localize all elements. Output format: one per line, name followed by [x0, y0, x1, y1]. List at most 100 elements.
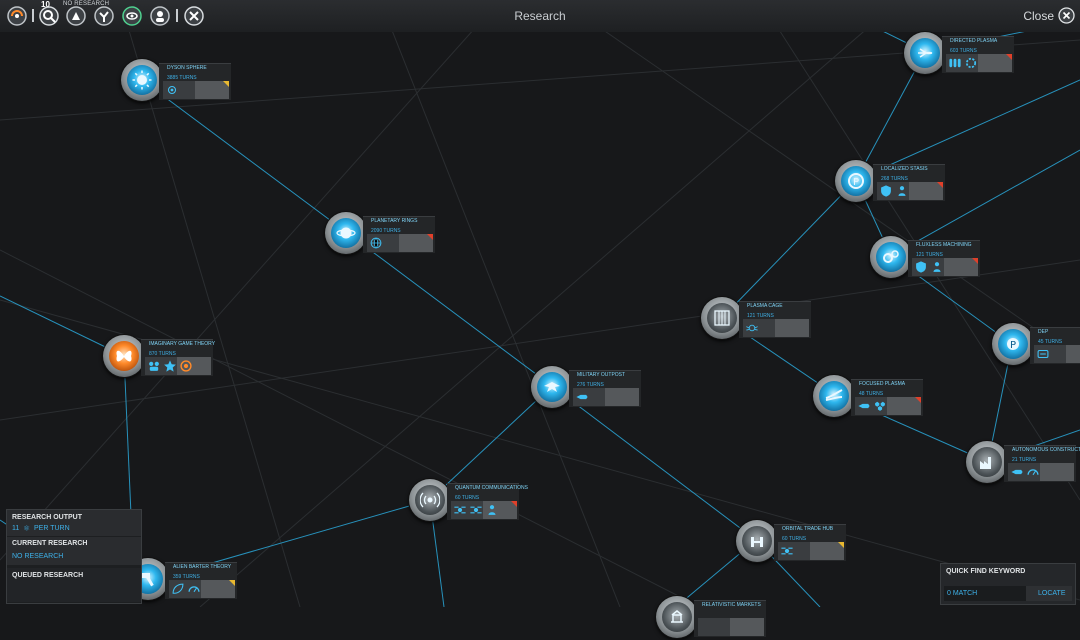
- unlock-icons: [914, 260, 944, 274]
- tech-node-dep[interactable]: P DEP 45 TURNS: [992, 323, 1080, 367]
- locate-button[interactable]: LOCATE: [1026, 586, 1072, 601]
- tech-orb[interactable]: [870, 236, 912, 278]
- unlock-slot: [1040, 463, 1074, 481]
- queued-research-row[interactable]: QUEUED RESEARCH: [7, 568, 141, 602]
- page-title: Research: [514, 9, 566, 23]
- quick-find-input[interactable]: 0 MATCH LOCATE: [944, 586, 1072, 601]
- tech-orb[interactable]: [656, 596, 698, 638]
- signal-icon: [415, 485, 445, 515]
- tech-panel[interactable]: PLASMA CAGE 121 TURNS: [739, 301, 811, 338]
- tech-orb[interactable]: [966, 441, 1008, 483]
- tech-orb[interactable]: P: [835, 160, 877, 202]
- tech-panel[interactable]: AUTONOMOUS CONSTRUCTION 21 TURNS: [1004, 445, 1080, 482]
- tech-panel[interactable]: ORBITAL TRADE HUB 60 TURNS: [774, 524, 846, 561]
- ship-icon: [575, 390, 589, 404]
- tech-panel[interactable]: DIRECTED PLASMA 603 TURNS: [942, 36, 1014, 73]
- tech-orb[interactable]: P: [992, 323, 1034, 365]
- unlock-icons: [575, 390, 589, 404]
- tech-node-focused-plasma[interactable]: FOCUSED PLASMA 48 TURNS: [813, 375, 925, 419]
- station-icon: [742, 526, 772, 556]
- star-icon: [163, 359, 177, 373]
- close-area[interactable]: Close: [980, 0, 1080, 30]
- aliens-icon: [147, 359, 161, 373]
- tech-panel[interactable]: PLANETARY RINGS 2090 TURNS: [363, 216, 435, 253]
- tech-panel[interactable]: LOCALIZED STASIS 268 TURNS: [873, 164, 945, 201]
- current-research-header: CURRENT RESEARCH: [12, 540, 88, 547]
- research-output-icon: ⚛: [23, 524, 31, 533]
- status-flag: [427, 234, 433, 240]
- tech-node-dyson-sphere[interactable]: DYSON SPHERE 3885 TURNS: [121, 59, 233, 103]
- ship-icon: [857, 399, 871, 413]
- tech-name: RELATIVISTIC MARKETS: [702, 602, 761, 608]
- stasis-icon: P: [841, 166, 871, 196]
- p-icon: P: [998, 329, 1028, 359]
- tech-panel[interactable]: DYSON SPHERE 3885 TURNS: [159, 63, 231, 100]
- match-count: 0 MATCH: [947, 590, 978, 597]
- ship-icon: [1010, 465, 1024, 479]
- tech-node-autonomous-construction[interactable]: AUTONOMOUS CONSTRUCTION 21 TURNS: [966, 441, 1080, 485]
- tech-orb[interactable]: [121, 59, 163, 101]
- status-flag: [1006, 54, 1012, 60]
- leaf-icon: [171, 582, 185, 596]
- tech-node-relativistic-markets[interactable]: RELATIVISTIC MARKETS: [656, 596, 768, 640]
- status-flag: [223, 81, 229, 87]
- eagle-icon: [537, 372, 567, 402]
- current-research-row[interactable]: CURRENT RESEARCH NO RESEARCH: [7, 537, 141, 565]
- tech-orb[interactable]: [904, 32, 946, 74]
- tech-panel[interactable]: IMAGINARY GAME THEORY 870 TURNS: [141, 339, 215, 376]
- tech-panel[interactable]: FLUXLESS MACHINING 121 TURNS: [908, 240, 980, 277]
- tech-node-military-outpost[interactable]: MILITARY OUTPOST 276 TURNS: [531, 366, 643, 410]
- tech-name: DEP: [1038, 329, 1049, 335]
- tech-panel[interactable]: QUANTUM COMMUNICATIONS 60 TURNS: [447, 483, 528, 520]
- tech-name: MILITARY OUTPOST: [577, 372, 626, 378]
- close-label[interactable]: Close: [1023, 9, 1054, 23]
- butterfly-icon: [109, 341, 139, 371]
- unlock-icons: [147, 359, 193, 373]
- unlock-slot: [1066, 345, 1080, 363]
- tech-node-localized-stasis[interactable]: P LOCALIZED STASIS 268 TURNS: [835, 160, 947, 204]
- tech-panel[interactable]: ALIEN BARTER THEORY 359 TURNS: [165, 562, 237, 599]
- tech-panel[interactable]: MILITARY OUTPOST 276 TURNS: [569, 370, 641, 407]
- tech-orb[interactable]: [736, 520, 778, 562]
- tech-node-fluxless-machining[interactable]: FLUXLESS MACHINING 121 TURNS: [870, 236, 982, 280]
- tech-node-orbital-trade-hub[interactable]: ORBITAL TRADE HUB 60 TURNS: [736, 520, 848, 564]
- unlock-icons: [948, 56, 978, 70]
- unlock-icons: [453, 503, 499, 517]
- status-flag: [838, 542, 844, 548]
- tech-node-plasma-cage[interactable]: PLASMA CAGE 121 TURNS: [701, 297, 813, 341]
- factory-icon: [972, 447, 1002, 477]
- status-flag: [972, 258, 978, 264]
- hex-icon: [873, 399, 887, 413]
- shield-icon: [914, 260, 928, 274]
- tech-name: ALIEN BARTER THEORY: [173, 564, 232, 570]
- tech-panel[interactable]: FOCUSED PLASMA 48 TURNS: [851, 379, 923, 416]
- unlock-icons: [171, 582, 201, 596]
- research-output-value: 11: [12, 525, 20, 532]
- tech-node-alien-barter-theory[interactable]: ALIEN BARTER THEORY 359 TURNS: [127, 558, 239, 602]
- tech-orb[interactable]: [813, 375, 855, 417]
- close-button-icon[interactable]: [1058, 7, 1075, 24]
- tech-node-imaginary-game-theory[interactable]: IMAGINARY GAME THEORY 870 TURNS: [103, 335, 215, 379]
- locate-label: LOCATE: [1038, 590, 1066, 597]
- tech-panel[interactable]: DEP 45 TURNS: [1030, 327, 1080, 364]
- tech-node-planetary-rings[interactable]: PLANETARY RINGS 2090 TURNS: [325, 212, 437, 256]
- gauge-icon: [187, 582, 201, 596]
- tech-name: DIRECTED PLASMA: [950, 38, 998, 44]
- tech-orb[interactable]: [531, 366, 573, 408]
- box-icon: [1036, 347, 1050, 361]
- queued-research-header: QUEUED RESEARCH: [12, 572, 84, 579]
- tech-orb[interactable]: [325, 212, 367, 254]
- quick-find-title: QUICK FIND KEYWORD: [946, 568, 1026, 575]
- drone-icon: [453, 503, 467, 517]
- tech-node-quantum-communications[interactable]: QUANTUM COMMUNICATIONS 60 TURNS: [409, 479, 528, 523]
- tech-panel[interactable]: RELATIVISTIC MARKETS: [694, 600, 766, 637]
- tech-orb[interactable]: [409, 479, 451, 521]
- unlock-icons: [857, 399, 887, 413]
- tech-orb[interactable]: [701, 297, 743, 339]
- tanks-icon: [948, 56, 962, 70]
- tech-node-directed-plasma[interactable]: DIRECTED PLASMA 603 TURNS: [904, 32, 1016, 76]
- person-icon: [485, 503, 499, 517]
- unlock-icons: [1036, 347, 1050, 361]
- unlock-icons: [879, 184, 909, 198]
- tech-orb[interactable]: [103, 335, 145, 377]
